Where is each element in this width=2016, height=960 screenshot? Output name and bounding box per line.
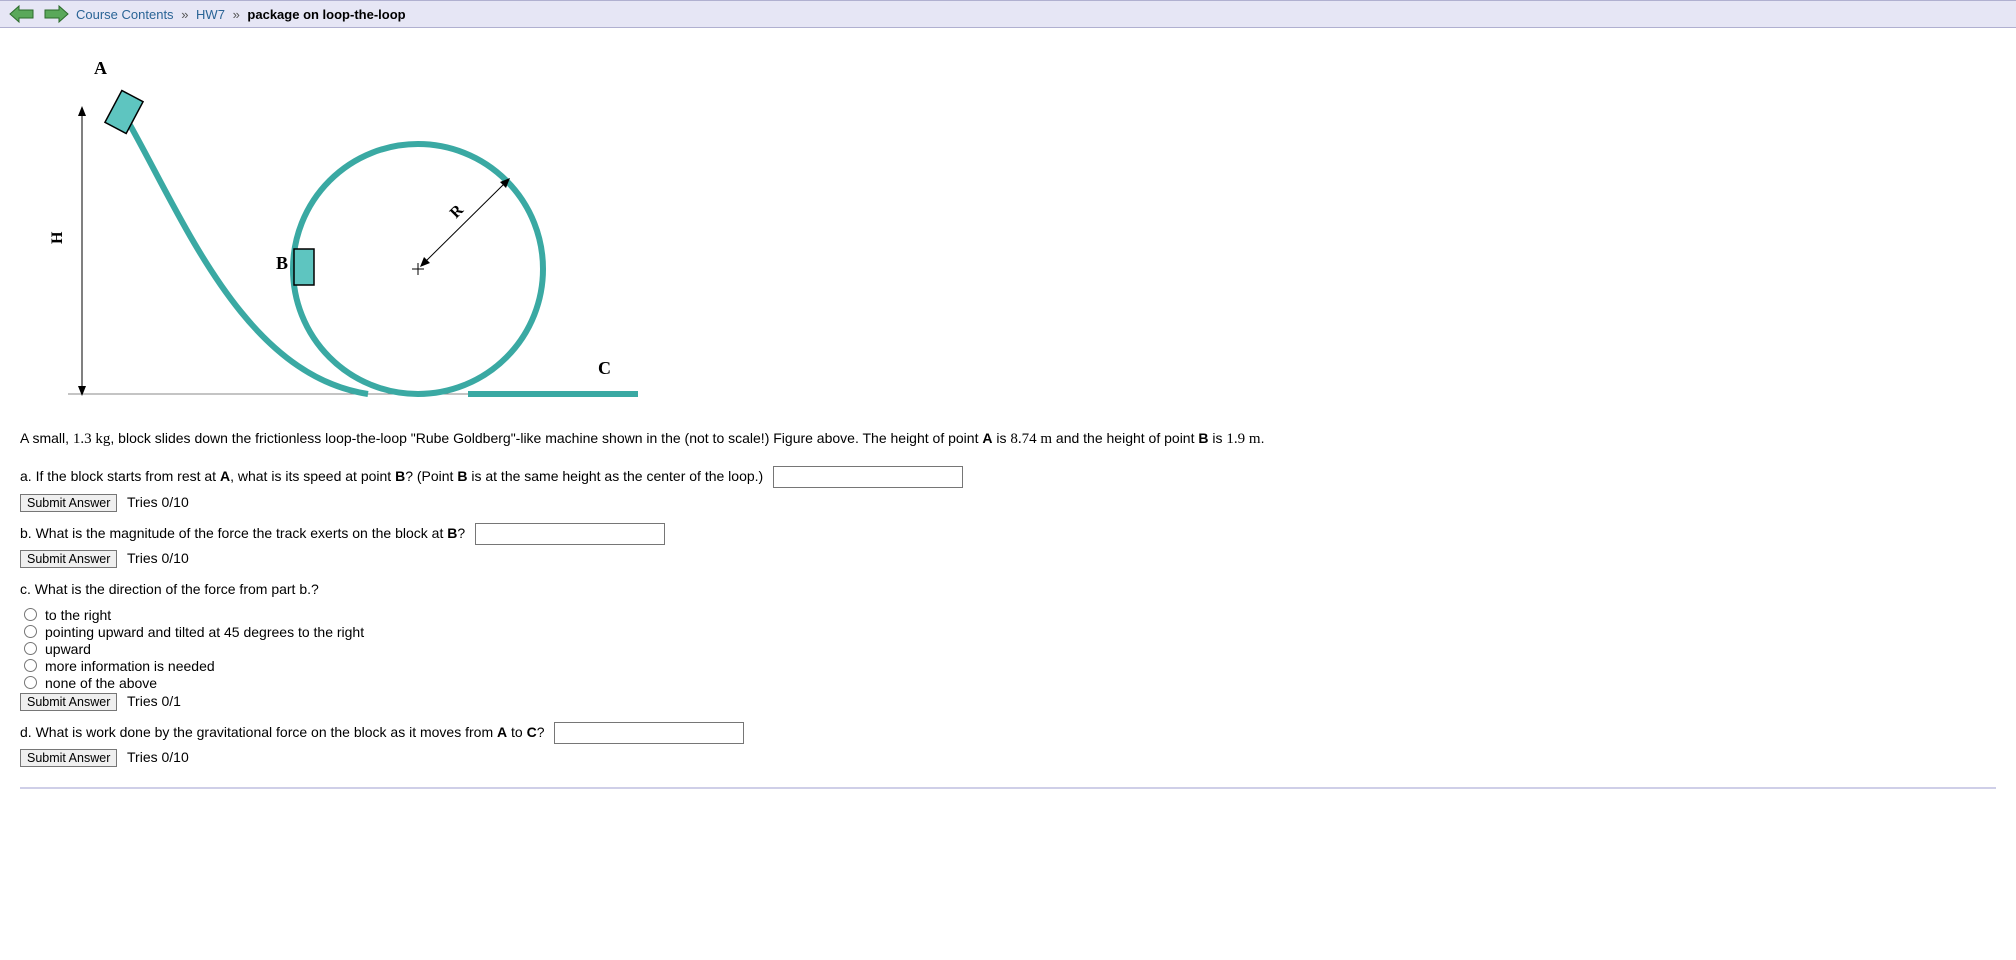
breadcrumb-sep: » [181,7,188,22]
content-area: H A B R C A smal [0,28,2016,804]
part-a-label-B2: B [457,468,467,484]
diagram-label-H: H [49,231,66,244]
part-c-option-1: pointing upward and tilted at 45 degrees… [24,624,1996,640]
part-b-text: ? [457,525,465,541]
part-d-submit-row: Submit Answer Tries 0/10 [20,749,1996,767]
part-c-radio-4[interactable] [24,676,37,689]
part-a-label-A: A [220,468,230,484]
submit-button-a[interactable]: Submit Answer [20,494,117,512]
part-a: a. If the block starts from rest at A, w… [20,463,1996,490]
diagram-label-A: A [94,58,107,78]
problem-text: and the height of point [1052,430,1198,446]
part-a-text: a. If the block starts from rest at [20,468,220,484]
forward-arrow-icon[interactable] [42,3,70,25]
problem-text: , block slides down the frictionless loo… [110,430,982,446]
problem-heightA: 8.74 m [1010,431,1052,447]
part-b-text: b. What is the magnitude of the force th… [20,525,447,541]
problem-text: is [1209,430,1227,446]
part-c-radio-3[interactable] [24,659,37,672]
problem-text: . [1261,430,1265,446]
part-d-text: ? [537,724,545,740]
part-c-option-4: none of the above [24,675,1996,691]
problem-heightB: 1.9 m [1226,431,1260,447]
part-c-option-2: upward [24,641,1996,657]
diagram-label-B: B [276,253,288,273]
part-a-input[interactable] [773,466,963,488]
part-d: d. What is work done by the gravitationa… [20,719,1996,746]
breadcrumb-course-contents[interactable]: Course Contents [76,7,174,22]
part-c-options: to the right pointing upward and tilted … [24,607,1996,691]
submit-button-d[interactable]: Submit Answer [20,749,117,767]
breadcrumb-hw[interactable]: HW7 [196,7,225,22]
part-d-input[interactable] [554,722,744,744]
diagram: H A B R C [38,44,1996,407]
problem-text: is [992,430,1010,446]
breadcrumb-current: package on loop-the-loop [247,7,405,22]
part-a-text: ? (Point [405,468,457,484]
part-c-option-label: pointing upward and tilted at 45 degrees… [45,624,364,640]
breadcrumb-bar: Course Contents » HW7 » package on loop-… [0,0,2016,28]
footer-divider [20,787,1996,789]
part-a-text: , what is its speed at point [230,468,395,484]
part-a-label-B: B [395,468,405,484]
tries-d: Tries 0/10 [127,749,189,765]
part-b-submit-row: Submit Answer Tries 0/10 [20,550,1996,568]
part-d-label-C: C [527,724,537,740]
part-d-text: to [507,724,526,740]
diagram-label-R: R [447,201,468,222]
tries-b: Tries 0/10 [127,550,189,566]
part-b: b. What is the magnitude of the force th… [20,520,1996,547]
tries-a: Tries 0/10 [127,494,189,510]
part-c-option-label: upward [45,641,91,657]
part-a-submit-row: Submit Answer Tries 0/10 [20,494,1996,512]
part-c-text: c. What is the direction of the force fr… [20,581,319,597]
part-b-input[interactable] [475,523,665,545]
problem-text: A small, [20,430,73,446]
part-c-submit-row: Submit Answer Tries 0/1 [20,693,1996,711]
part-c-radio-2[interactable] [24,642,37,655]
diagram-label-C: C [598,358,611,378]
part-c-option-label: more information is needed [45,658,215,674]
breadcrumb: Course Contents » HW7 » package on loop-… [76,7,406,22]
problem-statement: A small, 1.3 kg, block slides down the f… [20,427,1996,451]
tries-c: Tries 0/1 [127,693,181,709]
part-d-label-A: A [497,724,507,740]
part-a-text: is at the same height as the center of t… [467,468,763,484]
part-c-radio-0[interactable] [24,608,37,621]
breadcrumb-sep: » [233,7,240,22]
part-b-label-B: B [447,525,457,541]
back-arrow-icon[interactable] [8,3,36,25]
part-c-option-0: to the right [24,607,1996,623]
part-c-option-label: none of the above [45,675,157,691]
submit-button-b[interactable]: Submit Answer [20,550,117,568]
part-d-text: d. What is work done by the gravitationa… [20,724,497,740]
problem-mass: 1.3 kg [73,431,111,447]
part-c-option-label: to the right [45,607,111,623]
part-c-option-3: more information is needed [24,658,1996,674]
problem-label-B: B [1198,430,1208,446]
part-c-radio-1[interactable] [24,625,37,638]
problem-label-A: A [982,430,992,446]
submit-button-c[interactable]: Submit Answer [20,693,117,711]
part-c: c. What is the direction of the force fr… [20,576,1996,603]
